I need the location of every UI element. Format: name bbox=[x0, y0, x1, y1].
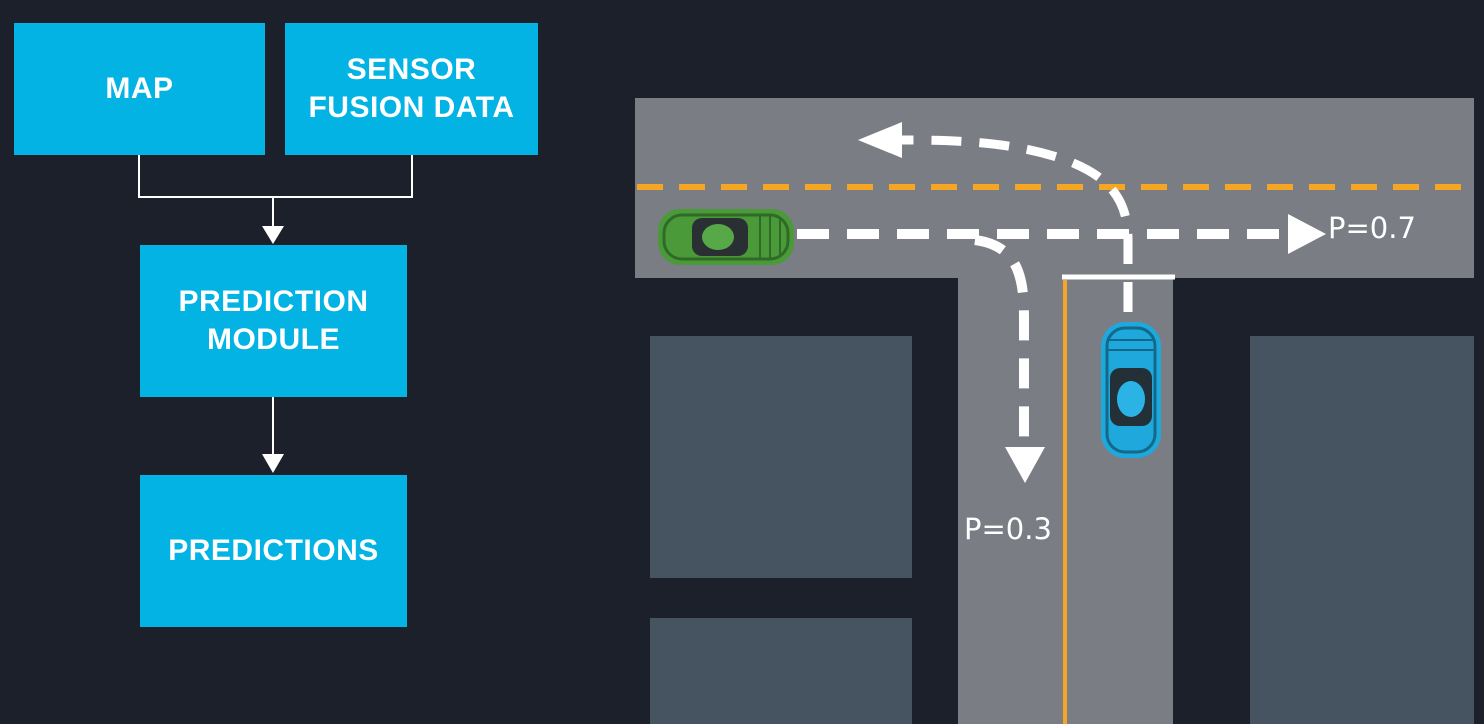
predictions-box: PREDICTIONS bbox=[140, 475, 407, 627]
city-block bbox=[1250, 336, 1474, 724]
prediction-module-box: PREDICTION MODULE bbox=[140, 245, 407, 397]
straight-probability-label: P=0.7 bbox=[1328, 211, 1416, 245]
blue-car bbox=[1101, 322, 1161, 458]
green-car bbox=[658, 209, 794, 265]
prediction-module-label: PREDICTION MODULE bbox=[178, 285, 369, 356]
diagram-canvas: MAP SENSOR FUSION DATA PREDICTION MODULE… bbox=[0, 0, 1484, 724]
city-block bbox=[650, 336, 912, 578]
right-turn-probability-label: P=0.3 bbox=[964, 512, 1052, 546]
flow-arrowhead bbox=[262, 226, 284, 244]
map-label: MAP bbox=[105, 72, 174, 105]
sensor-fusion-label: SENSOR FUSION DATA bbox=[308, 53, 515, 124]
predictions-label: PREDICTIONS bbox=[168, 534, 379, 567]
sensor-fusion-box: SENSOR FUSION DATA bbox=[285, 23, 538, 155]
map-box: MAP bbox=[14, 23, 265, 155]
flow-arrowhead bbox=[262, 454, 284, 473]
city-block bbox=[650, 618, 912, 724]
